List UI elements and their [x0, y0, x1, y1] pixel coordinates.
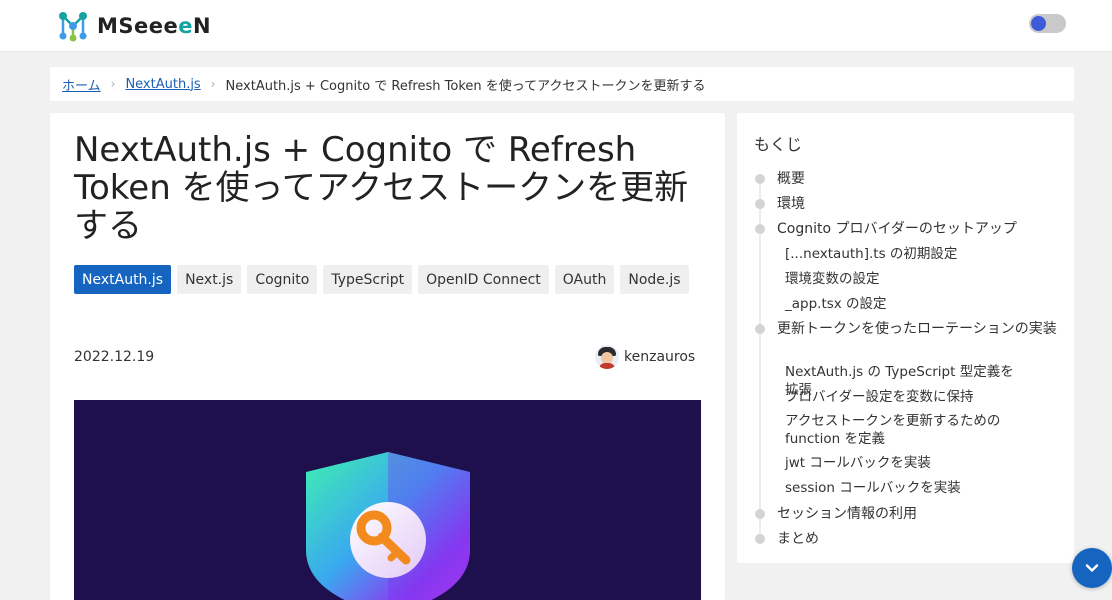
- tag-next-js[interactable]: Next.js: [177, 265, 242, 294]
- toc-item[interactable]: _app.tsx の設定: [785, 295, 1020, 313]
- toc-item[interactable]: 環境: [777, 195, 1062, 213]
- logo-text: MSeeeeN: [97, 14, 212, 38]
- toc-bullet: [755, 534, 765, 544]
- chevron-down-icon: [1085, 564, 1099, 572]
- shield-key-icon: [306, 452, 470, 600]
- toc-bullet: [755, 224, 765, 234]
- tag-nextauth-js[interactable]: NextAuth.js: [74, 265, 172, 294]
- tag-cognito[interactable]: Cognito: [247, 265, 318, 294]
- tag-openid-connect[interactable]: OpenID Connect: [418, 265, 549, 294]
- toc-item[interactable]: まとめ: [777, 530, 1062, 548]
- toc-item[interactable]: プロバイダー設定を変数に保持: [785, 388, 1020, 406]
- author[interactable]: kenzauros: [595, 345, 695, 369]
- toc-item[interactable]: 更新トークンを使ったローテーションの実装: [777, 320, 1062, 338]
- tag-node-js[interactable]: Node.js: [620, 265, 689, 294]
- breadcrumb-current: NextAuth.js + Cognito で Refresh Token を使…: [225, 78, 706, 94]
- scroll-button[interactable]: [1072, 548, 1112, 588]
- toc-bullet: [755, 509, 765, 519]
- article-card: NextAuth.js + Cognito で Refresh Token を使…: [50, 113, 725, 600]
- molecule-icon: [59, 12, 87, 42]
- toc-title: もくじ: [754, 135, 803, 154]
- chevron-right-icon: ›: [110, 77, 116, 91]
- chevron-right-icon: ›: [210, 77, 216, 91]
- toc-item[interactable]: 概要: [777, 170, 1062, 188]
- table-of-contents: もくじ 概要環境 Cognito プロバイダーのセットアップ [...nextaut…: [737, 113, 1074, 563]
- breadcrumb-home-link[interactable]: ホーム: [62, 75, 101, 94]
- toc-item[interactable]: jwt コールバックを実装: [785, 454, 1020, 472]
- hero-image: [74, 400, 701, 600]
- toc-item[interactable]: セッション情報の利用: [777, 505, 1062, 523]
- theme-toggle[interactable]: [1029, 14, 1066, 33]
- page-title: NextAuth.js + Cognito で Refresh Token を使…: [74, 130, 689, 246]
- toc-item[interactable]: アクセストークンを更新するための function を定義: [785, 412, 1020, 448]
- toc-item[interactable]: [...nextauth].ts の初期設定: [785, 245, 1020, 263]
- avatar: [595, 345, 619, 369]
- toc-item[interactable]: 環境変数の設定: [785, 270, 1020, 288]
- toggle-knob: [1031, 16, 1046, 31]
- breadcrumb-category-link[interactable]: NextAuth.js: [125, 77, 200, 92]
- post-date: 2022.12.19: [74, 349, 155, 365]
- site-header: MSeeeeN: [0, 0, 1112, 52]
- toc-item[interactable]: Cognito プロバイダーのセットアップ: [777, 220, 1062, 238]
- author-name: kenzauros: [624, 349, 696, 365]
- toc-item[interactable]: session コールバックを実装: [785, 479, 1020, 497]
- toc-bullet: [755, 199, 765, 209]
- tag-oauth[interactable]: OAuth: [554, 265, 615, 294]
- toc-bullet: [755, 324, 765, 334]
- toc-bullet: [755, 174, 765, 184]
- tag-list: NextAuth.js Next.js Cognito TypeScript OpenI…: [74, 265, 704, 300]
- tag-typescript[interactable]: TypeScript: [323, 265, 413, 294]
- toc-divider: [759, 181, 761, 541]
- site-logo[interactable]: MSeeeeN: [57, 9, 211, 43]
- breadcrumb: ホーム › NextAuth.js › NextAuth.js + Cognit…: [50, 67, 1074, 101]
